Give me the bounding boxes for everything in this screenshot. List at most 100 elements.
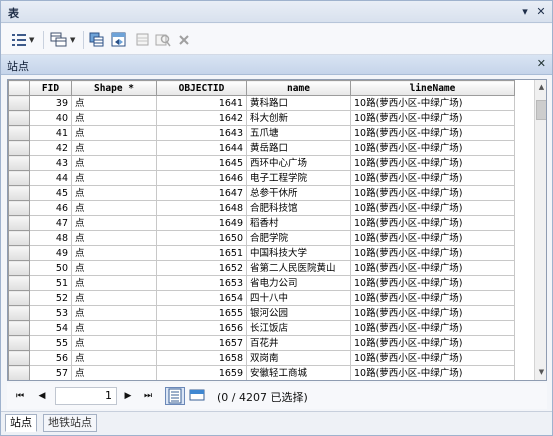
row-selector[interactable]: [8, 155, 30, 171]
last-record-icon[interactable]: ⏭: [141, 389, 155, 403]
cell-name[interactable]: 合肥学院: [246, 230, 351, 246]
cell-linename[interactable]: 10路(萝西小区-中绿广场): [350, 275, 515, 291]
table-row[interactable]: 55 点 1657 百花井 10路(萝西小区-中绿广场): [8, 335, 515, 351]
cell-linename[interactable]: 10路(萝西小区-中绿广场): [350, 200, 515, 216]
cell-shape[interactable]: 点: [71, 170, 157, 186]
cell-linename[interactable]: 10路(萝西小区-中绿广场): [350, 305, 515, 321]
cell-linename[interactable]: 10路(萝西小区-中绿广场): [350, 125, 515, 141]
cell-shape[interactable]: 点: [71, 365, 157, 380]
cell-fid[interactable]: 40: [29, 110, 72, 126]
cell-linename[interactable]: 10路(萝西小区-中绿广场): [350, 350, 515, 366]
related-tables-button[interactable]: ▼: [50, 30, 75, 50]
cell-fid[interactable]: 55: [29, 335, 72, 351]
cell-name[interactable]: 百花井: [246, 335, 351, 351]
cell-fid[interactable]: 48: [29, 230, 72, 246]
cell-name[interactable]: 中国科技大学: [246, 245, 351, 261]
table-row[interactable]: 51 点 1653 省电力公司 10路(萝西小区-中绿广场): [8, 275, 515, 291]
cell-name[interactable]: 安徽轻工商城: [246, 365, 351, 380]
cell-shape[interactable]: 点: [71, 350, 157, 366]
cell-shape[interactable]: 点: [71, 305, 157, 321]
cell-name[interactable]: 省电力公司: [246, 275, 351, 291]
cell-fid[interactable]: 52: [29, 290, 72, 306]
table-row[interactable]: 41 点 1643 五爪塘 10路(萝西小区-中绿广场): [8, 125, 515, 141]
cell-linename[interactable]: 10路(萝西小区-中绿广场): [350, 170, 515, 186]
cell-objectid[interactable]: 1654: [156, 290, 247, 306]
cell-name[interactable]: 总参干休所: [246, 185, 351, 201]
row-selector[interactable]: [8, 290, 30, 306]
row-selector[interactable]: [8, 365, 30, 380]
cell-name[interactable]: 长江饭店: [246, 320, 351, 336]
scrollbar-thumb[interactable]: [536, 100, 546, 120]
cell-objectid[interactable]: 1647: [156, 185, 247, 201]
table-row[interactable]: 57 点 1659 安徽轻工商城 10路(萝西小区-中绿广场): [8, 365, 515, 380]
cell-linename[interactable]: 10路(萝西小区-中绿广场): [350, 245, 515, 261]
close-layer-icon[interactable]: ✕: [537, 57, 546, 70]
cell-name[interactable]: 黄岳路口: [246, 140, 351, 156]
cell-shape[interactable]: 点: [71, 245, 157, 261]
switch-selection-button[interactable]: [111, 30, 127, 50]
table-row[interactable]: 39 点 1641 黄科路口 10路(萝西小区-中绿广场): [8, 95, 515, 111]
cell-objectid[interactable]: 1644: [156, 140, 247, 156]
cell-name[interactable]: 科大创新: [246, 110, 351, 126]
cell-shape[interactable]: 点: [71, 230, 157, 246]
cell-name[interactable]: 稻香村: [246, 215, 351, 231]
table-row[interactable]: 48 点 1650 合肥学院 10路(萝西小区-中绿广场): [8, 230, 515, 246]
cell-linename[interactable]: 10路(萝西小区-中绿广场): [350, 215, 515, 231]
cell-name[interactable]: 银河公园: [246, 305, 351, 321]
cell-fid[interactable]: 53: [29, 305, 72, 321]
cell-shape[interactable]: 点: [71, 320, 157, 336]
cell-shape[interactable]: 点: [71, 335, 157, 351]
row-selector[interactable]: [8, 125, 30, 141]
cell-objectid[interactable]: 1650: [156, 230, 247, 246]
cell-objectid[interactable]: 1651: [156, 245, 247, 261]
table-row[interactable]: 54 点 1656 长江饭店 10路(萝西小区-中绿广场): [8, 320, 515, 336]
cell-objectid[interactable]: 1645: [156, 155, 247, 171]
table-row[interactable]: 43 点 1645 西环中心广场 10路(萝西小区-中绿广场): [8, 155, 515, 171]
cell-name[interactable]: 西环中心广场: [246, 155, 351, 171]
cell-fid[interactable]: 56: [29, 350, 72, 366]
row-selector[interactable]: [8, 275, 30, 291]
cell-linename[interactable]: 10路(萝西小区-中绿广场): [350, 260, 515, 276]
close-window-icon[interactable]: ✕: [534, 5, 548, 19]
cell-linename[interactable]: 10路(萝西小区-中绿广场): [350, 155, 515, 171]
cell-name[interactable]: 双岗南: [246, 350, 351, 366]
row-selector[interactable]: [8, 305, 30, 321]
cell-shape[interactable]: 点: [71, 260, 157, 276]
row-selector[interactable]: [8, 335, 30, 351]
table-row[interactable]: 46 点 1648 合肥科技馆 10路(萝西小区-中绿广场): [8, 200, 515, 216]
tab-subway-stations[interactable]: 地铁站点: [43, 414, 97, 432]
cell-shape[interactable]: 点: [71, 290, 157, 306]
table-row[interactable]: 45 点 1647 总参干休所 10路(萝西小区-中绿广场): [8, 185, 515, 201]
cell-shape[interactable]: 点: [71, 185, 157, 201]
row-selector[interactable]: [8, 230, 30, 246]
cell-fid[interactable]: 47: [29, 215, 72, 231]
select-all-corner[interactable]: [8, 80, 30, 96]
row-selector[interactable]: [8, 245, 30, 261]
cell-shape[interactable]: 点: [71, 200, 157, 216]
table-options-button[interactable]: ▼: [11, 30, 34, 50]
cell-objectid[interactable]: 1656: [156, 320, 247, 336]
table-row[interactable]: 49 点 1651 中国科技大学 10路(萝西小区-中绿广场): [8, 245, 515, 261]
previous-record-icon[interactable]: ◀: [35, 389, 49, 403]
cell-linename[interactable]: 10路(萝西小区-中绿广场): [350, 185, 515, 201]
cell-fid[interactable]: 57: [29, 365, 72, 380]
table-row[interactable]: 44 点 1646 电子工程学院 10路(萝西小区-中绿广场): [8, 170, 515, 186]
cell-shape[interactable]: 点: [71, 110, 157, 126]
cell-name[interactable]: 电子工程学院: [246, 170, 351, 186]
cell-linename[interactable]: 10路(萝西小区-中绿广场): [350, 365, 515, 380]
first-record-icon[interactable]: ⏮: [13, 389, 27, 403]
row-selector[interactable]: [8, 140, 30, 156]
table-row[interactable]: 42 点 1644 黄岳路口 10路(萝西小区-中绿广场): [8, 140, 515, 156]
cell-shape[interactable]: 点: [71, 140, 157, 156]
cell-shape[interactable]: 点: [71, 125, 157, 141]
row-selector[interactable]: [8, 170, 30, 186]
table-row[interactable]: 47 点 1649 稻香村 10路(萝西小区-中绿广场): [8, 215, 515, 231]
row-selector[interactable]: [8, 215, 30, 231]
row-selector[interactable]: [8, 350, 30, 366]
cell-fid[interactable]: 49: [29, 245, 72, 261]
cell-objectid[interactable]: 1658: [156, 350, 247, 366]
select-by-attributes-button[interactable]: [89, 30, 105, 50]
cell-shape[interactable]: 点: [71, 215, 157, 231]
cell-objectid[interactable]: 1657: [156, 335, 247, 351]
table-row[interactable]: 53 点 1655 银河公园 10路(萝西小区-中绿广场): [8, 305, 515, 321]
